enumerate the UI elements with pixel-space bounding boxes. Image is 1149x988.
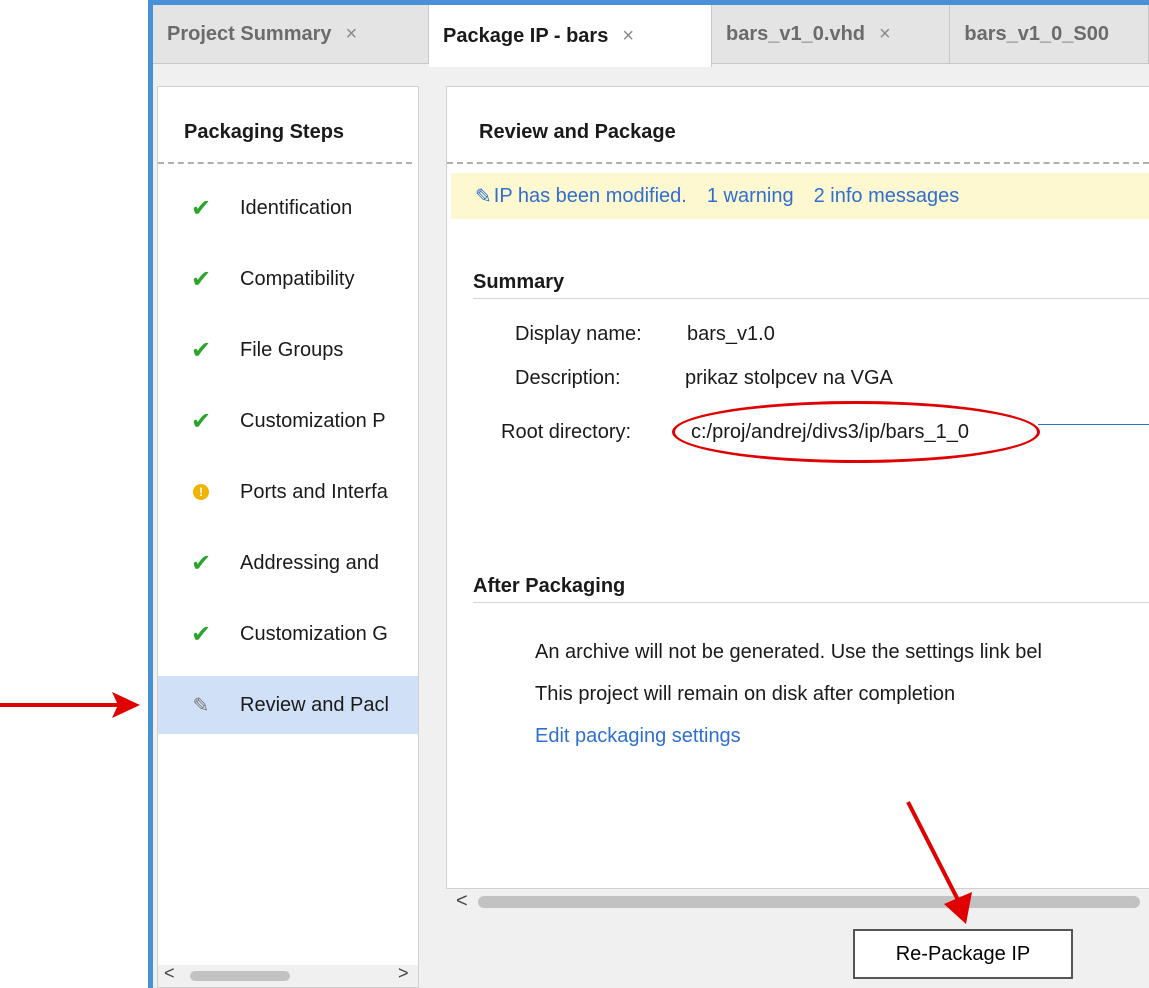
annotation-circle bbox=[672, 401, 1040, 463]
step-label: Customization G bbox=[240, 622, 388, 645]
archive-note: An archive will not be generated. Use th… bbox=[535, 641, 1042, 663]
review-and-package-panel: Review and Package ✎ IP has been modifie… bbox=[446, 86, 1149, 888]
packaging-steps-panel: Packaging Steps ✔ Identification ✔ Compa… bbox=[157, 86, 419, 988]
annotation-arrow-left bbox=[0, 692, 140, 718]
divider bbox=[473, 602, 1149, 603]
tab-bars-s00[interactable]: bars_v1_0_S00 bbox=[950, 5, 1149, 63]
step-ports-and-interfaces[interactable]: ! Ports and Interfa bbox=[158, 463, 418, 521]
tab-bars-vhd[interactable]: bars_v1_0.vhd × bbox=[712, 5, 951, 63]
check-icon: ✔ bbox=[190, 549, 212, 577]
modified-message: IP has been modified. bbox=[493, 184, 687, 207]
step-customization-parameters[interactable]: ✔ Customization P bbox=[158, 392, 418, 450]
divider bbox=[158, 162, 412, 164]
check-icon: ✔ bbox=[190, 407, 212, 435]
close-icon[interactable]: × bbox=[346, 23, 358, 46]
warning-icon: ! bbox=[193, 484, 209, 500]
info-messages-link[interactable]: 2 info messages bbox=[814, 185, 960, 208]
re-package-ip-button[interactable]: Re-Package IP bbox=[853, 929, 1073, 979]
step-customization-gui[interactable]: ✔ Customization G bbox=[158, 605, 418, 663]
annotation-arrow-down bbox=[906, 801, 972, 924]
after-packaging-heading: After Packaging bbox=[473, 575, 626, 597]
panel-title: Review and Package bbox=[479, 121, 676, 143]
step-file-groups[interactable]: ✔ File Groups bbox=[158, 321, 418, 379]
step-label: Customization P bbox=[240, 409, 386, 432]
horizontal-scrollbar[interactable]: < > bbox=[158, 963, 418, 987]
divider bbox=[473, 298, 1149, 299]
step-label: File Groups bbox=[240, 338, 344, 361]
scrollbar-thumb[interactable] bbox=[190, 971, 290, 981]
step-label: Review and Pacl bbox=[240, 693, 389, 716]
close-icon[interactable]: × bbox=[879, 23, 891, 46]
description-label: Description: bbox=[515, 367, 621, 389]
step-review-and-package[interactable]: ✎ Review and Pacl bbox=[158, 676, 418, 734]
warnings-link[interactable]: 1 warning bbox=[707, 185, 794, 208]
editor-tab-bar: Project Summary × Package IP - bars × ba… bbox=[153, 5, 1149, 67]
tab-label: bars_v1_0.vhd bbox=[726, 22, 866, 45]
step-label: Identification bbox=[240, 196, 353, 219]
horizontal-scrollbar[interactable]: < bbox=[446, 888, 1149, 915]
edit-packaging-settings-link[interactable]: Edit packaging settings bbox=[535, 725, 741, 748]
step-addressing-and-memory[interactable]: ✔ Addressing and bbox=[158, 534, 418, 592]
scrollbar-thumb[interactable] bbox=[478, 896, 1140, 908]
display-name-value: bars_v1.0 bbox=[687, 323, 775, 345]
tab-label: Project Summary bbox=[167, 22, 332, 45]
scroll-left-icon[interactable]: < bbox=[164, 963, 175, 984]
scroll-left-icon[interactable]: < bbox=[456, 890, 468, 913]
edit-icon: ✎ bbox=[475, 185, 492, 208]
check-icon: ✔ bbox=[190, 265, 212, 293]
close-icon[interactable]: × bbox=[622, 25, 634, 48]
project-note: This project will remain on disk after c… bbox=[535, 683, 956, 705]
summary-heading: Summary bbox=[473, 271, 565, 293]
root-directory-label: Root directory: bbox=[501, 421, 632, 443]
packaging-steps-title: Packaging Steps bbox=[184, 121, 345, 143]
divider bbox=[447, 162, 1149, 164]
tab-project-summary[interactable]: Project Summary × bbox=[153, 5, 430, 63]
tab-label: bars_v1_0_S00 bbox=[964, 22, 1109, 45]
step-label: Compatibility bbox=[240, 267, 355, 290]
step-compatibility[interactable]: ✔ Compatibility bbox=[158, 250, 418, 308]
step-label: Addressing and bbox=[240, 551, 379, 574]
tab-label: Package IP - bars bbox=[443, 24, 609, 47]
scroll-right-icon[interactable]: > bbox=[398, 963, 409, 984]
display-name-label: Display name: bbox=[515, 323, 642, 345]
tab-package-ip[interactable]: Package IP - bars × bbox=[429, 5, 713, 67]
check-icon: ✔ bbox=[190, 620, 212, 648]
status-banner: ✎ IP has been modified. 1 warning 2 info… bbox=[451, 173, 1149, 219]
warning-icon-wrap: ! bbox=[186, 484, 216, 500]
step-identification[interactable]: ✔ Identification bbox=[158, 179, 418, 237]
check-icon: ✔ bbox=[190, 336, 212, 364]
edit-icon: ✎ bbox=[192, 694, 210, 717]
description-value: prikaz stolpcev na VGA bbox=[685, 367, 893, 389]
check-icon: ✔ bbox=[190, 194, 212, 222]
annotation-line bbox=[1038, 424, 1149, 425]
step-label: Ports and Interfa bbox=[240, 480, 388, 503]
